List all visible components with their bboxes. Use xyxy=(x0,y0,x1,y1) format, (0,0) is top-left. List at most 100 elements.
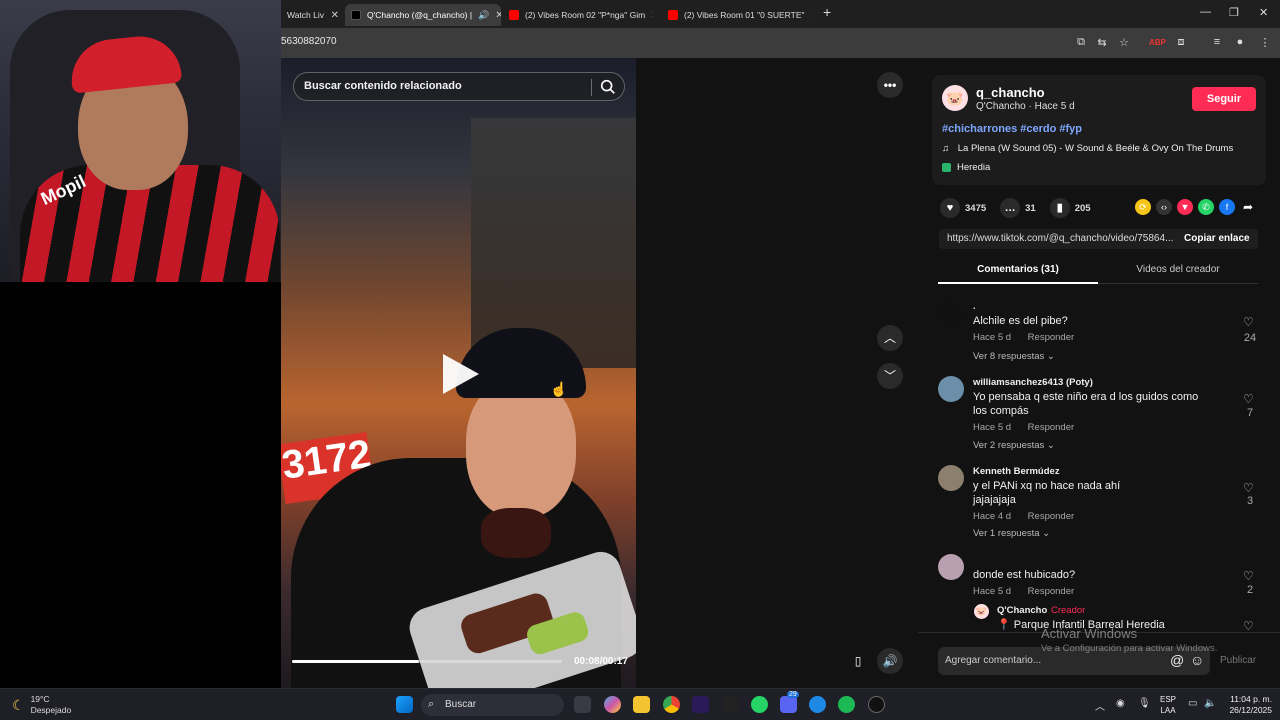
view-replies-button[interactable]: Ver 1 respuesta ⌄ xyxy=(973,528,1050,539)
heart-outline-icon[interactable]: ♡ xyxy=(1243,481,1254,495)
bookmark-icon[interactable]: ▮ xyxy=(1049,198,1070,218)
weather-widget[interactable]: ☾ 19°C Despejado xyxy=(12,694,71,716)
language-indicator[interactable]: ESP LAA xyxy=(1158,694,1178,716)
more-options-icon[interactable]: ••• xyxy=(877,72,903,98)
video-link-box: https://www.tiktok.com/@q_chancho/video/… xyxy=(939,229,1258,249)
extensions-icon[interactable]: ⧈ xyxy=(1174,36,1188,49)
commenter-name[interactable]: Kenneth Bermúdez xyxy=(973,466,1060,477)
reply-button[interactable]: Responder xyxy=(1028,422,1074,433)
video-progress-bar[interactable] xyxy=(292,660,562,663)
commenter-avatar[interactable] xyxy=(938,554,964,580)
send-icon[interactable]: ▼ xyxy=(1177,199,1193,215)
heart-outline-icon[interactable]: ♡ xyxy=(1243,392,1254,406)
whatsapp-icon[interactable]: ✆ xyxy=(1198,199,1214,215)
minimize-icon[interactable]: — xyxy=(1200,6,1211,18)
repost-icon[interactable]: ⟳ xyxy=(1135,199,1151,215)
view-replies-button[interactable]: Ver 2 respuestas ⌄ xyxy=(973,440,1055,451)
publish-button[interactable]: Publicar xyxy=(1220,655,1256,666)
comment-meta: Hace 5 d Responder xyxy=(973,422,1088,433)
tab-watch-live[interactable]: Watch Liv ✕ xyxy=(281,4,345,26)
commenter-avatar[interactable] xyxy=(938,376,964,402)
chrome-icon[interactable] xyxy=(663,696,680,713)
file-explorer-icon[interactable] xyxy=(633,696,650,713)
creator-avatar[interactable]: 🐷 xyxy=(942,85,968,111)
location-row[interactable]: Heredia xyxy=(942,162,990,173)
heart-outline-icon[interactable]: ♡ xyxy=(1243,619,1254,633)
heart-icon[interactable]: ♥ xyxy=(940,198,960,218)
microphone-icon[interactable]: 🎙 xyxy=(1138,698,1151,709)
star-icon[interactable]: ☆ xyxy=(1117,36,1131,49)
close-icon[interactable]: ✕ xyxy=(331,10,339,21)
task-view-icon[interactable] xyxy=(574,696,591,713)
new-tab-icon[interactable]: + xyxy=(823,4,831,20)
restore-icon[interactable]: ❐ xyxy=(1229,6,1239,19)
commenter-name[interactable]: williamsanchez6413 (Poty) xyxy=(973,377,1093,388)
hashtags[interactable]: #chicharrones #cerdo #fyp xyxy=(942,123,1082,135)
embed-icon[interactable]: ‹› xyxy=(1156,199,1172,215)
cast-icon[interactable]: ⧉ xyxy=(1074,36,1088,49)
tab-vibes-room-01[interactable]: (2) Vibes Room 01 "0 SUERTE" ✕ xyxy=(662,4,812,26)
chevron-up-icon[interactable]: ︿ xyxy=(877,325,903,351)
volume-icon[interactable]: 🔊 xyxy=(877,648,903,674)
video-url[interactable]: https://www.tiktok.com/@q_chancho/video/… xyxy=(947,233,1177,244)
mention-icon[interactable]: @ xyxy=(1170,652,1184,668)
url-text[interactable]: 5630882070 xyxy=(281,36,337,47)
close-icon[interactable]: ✕ xyxy=(651,10,653,21)
tab-comments[interactable]: Comentarios (31) xyxy=(938,264,1098,275)
close-window-icon[interactable]: ✕ xyxy=(1259,6,1268,19)
reply-button[interactable]: Responder xyxy=(1028,332,1074,343)
discord-icon[interactable] xyxy=(780,696,797,713)
profile-icon[interactable]: ● xyxy=(1233,36,1247,48)
view-replies-button[interactable]: Ver 8 respuestas ⌄ xyxy=(973,351,1055,362)
copilot-icon[interactable] xyxy=(604,696,621,713)
reply-button[interactable]: Responder xyxy=(1028,586,1074,597)
close-icon[interactable]: ✕ xyxy=(811,10,812,21)
music-row[interactable]: ♫ La Plena (W Sound 05) - W Sound & Beél… xyxy=(942,143,1233,154)
menu-icon[interactable]: ⋮ xyxy=(1258,36,1272,49)
translate-icon[interactable]: ⇆ xyxy=(1095,36,1109,49)
heart-outline-icon[interactable]: ♡ xyxy=(1243,315,1254,329)
commenter-name[interactable]: . xyxy=(973,301,976,312)
related-search-bar[interactable]: Buscar contenido relacionado xyxy=(293,72,625,101)
commenter-avatar[interactable] xyxy=(938,301,964,327)
heart-outline-icon[interactable]: ♡ xyxy=(1243,569,1254,583)
comment-icon[interactable]: … xyxy=(1000,198,1021,218)
creator-reply-name[interactable]: Q'Chancho xyxy=(997,605,1047,616)
creator-username[interactable]: q_chancho xyxy=(976,85,1045,100)
edge-icon[interactable] xyxy=(809,696,826,713)
follow-button[interactable]: Seguir xyxy=(1192,87,1256,111)
commenter-avatar[interactable] xyxy=(938,465,964,491)
premiere-icon[interactable] xyxy=(692,696,709,713)
tab-qchancho[interactable]: Q'Chancho (@q_chancho) | 🔊 ✕ xyxy=(345,4,501,26)
reply-button[interactable]: Responder xyxy=(1028,511,1074,522)
taskbar-clock[interactable]: 11:04 p. m. 26/12/2025 xyxy=(1222,694,1272,716)
mini-player-icon[interactable]: ▯ xyxy=(845,648,871,674)
windows-start-icon[interactable] xyxy=(396,696,413,713)
facebook-icon[interactable]: f xyxy=(1219,199,1235,215)
speaker-icon[interactable]: 🔊 xyxy=(478,10,489,21)
whatsapp-taskbar-icon[interactable] xyxy=(751,696,768,713)
comment-like-count: 24 xyxy=(1243,332,1257,344)
creator-reply-avatar[interactable]: 🐷 xyxy=(974,604,989,619)
network-icon[interactable]: ▭ xyxy=(1188,698,1197,709)
tray-app-icon[interactable]: ◉ xyxy=(1116,698,1125,709)
comment-meta: Hace 5 d Responder xyxy=(973,586,1088,597)
playlist-icon[interactable]: ≡ xyxy=(1210,36,1224,48)
chevron-down-icon[interactable]: ﹀ xyxy=(877,363,903,389)
obs-icon[interactable] xyxy=(722,696,739,713)
spotify-icon[interactable] xyxy=(838,696,855,713)
tab-vibes-room-02[interactable]: (2) Vibes Room 02 "P*nga" Gim ✕ xyxy=(503,4,653,26)
app-icon[interactable] xyxy=(868,696,885,713)
tab-creator-videos[interactable]: Videos del creador xyxy=(1098,264,1258,275)
adblock-icon[interactable]: ABP xyxy=(1149,38,1166,47)
emoji-icon[interactable]: ☺ xyxy=(1190,652,1204,668)
taskbar-search[interactable]: ⌕ Buscar xyxy=(421,694,564,716)
copy-link-button[interactable]: Copiar enlace xyxy=(1184,233,1250,244)
play-icon[interactable] xyxy=(443,354,479,394)
volume-tray-icon[interactable]: 🔈 xyxy=(1204,698,1216,709)
share-icon[interactable]: ➦ xyxy=(1240,199,1256,215)
tray-chevron-icon[interactable]: ︿ xyxy=(1095,698,1105,713)
search-icon[interactable] xyxy=(599,78,617,96)
music-note-icon: ♫ xyxy=(942,143,950,154)
close-icon[interactable]: ✕ xyxy=(495,10,501,21)
